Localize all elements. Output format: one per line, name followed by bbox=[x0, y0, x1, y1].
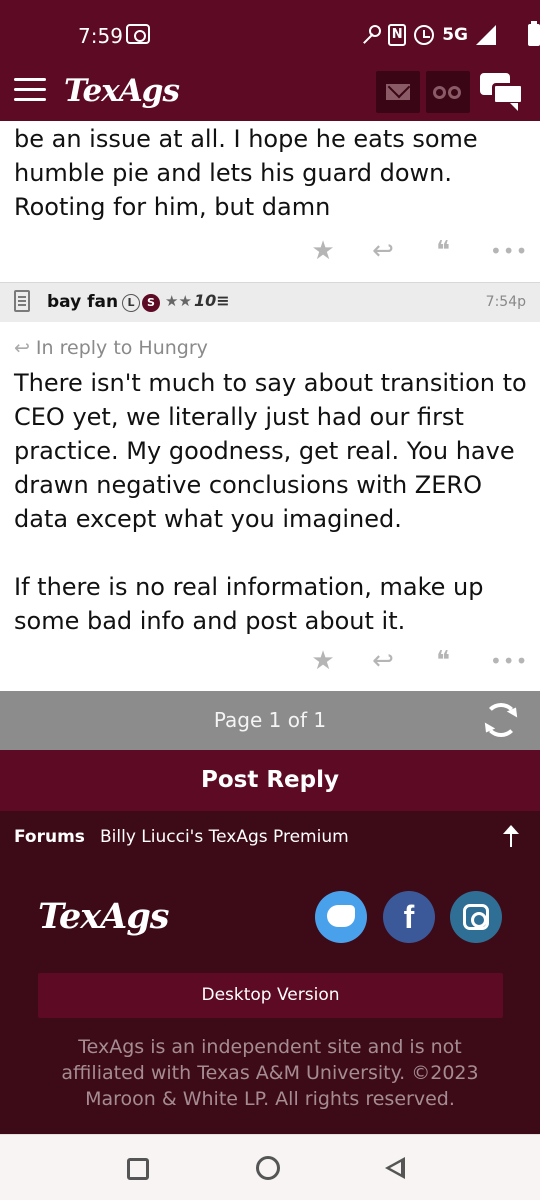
binoculars-icon[interactable] bbox=[426, 71, 470, 113]
star-icon[interactable]: ★ bbox=[310, 236, 336, 266]
rank-stars: ★★ bbox=[165, 292, 192, 310]
post-body: be an issue at all. I hope he eats some … bbox=[14, 125, 478, 221]
status-bar: 7:59 N 5G bbox=[0, 0, 540, 66]
document-icon bbox=[14, 290, 30, 312]
battery-icon bbox=[528, 21, 540, 46]
breadcrumb-forums[interactable]: Forums bbox=[14, 827, 85, 847]
pager-bar: Page 1 of 1 bbox=[0, 691, 540, 750]
desktop-version-button[interactable]: Desktop Version bbox=[38, 973, 503, 1018]
refresh-icon[interactable] bbox=[484, 703, 518, 737]
star-icon[interactable]: ★ bbox=[310, 646, 336, 676]
vpn-key-icon bbox=[358, 24, 382, 46]
more-icon[interactable]: ••• bbox=[490, 236, 527, 266]
system-nav-bar bbox=[0, 1134, 540, 1200]
reply-icon[interactable]: ↩ bbox=[370, 236, 396, 266]
reply-arrow-icon: ↩ bbox=[14, 337, 30, 359]
post-header: bay fan L S ★★ 10≡ 7:54p bbox=[0, 282, 540, 322]
post-actions: ★ ↩ ❝ ••• bbox=[310, 646, 527, 676]
texags-logo[interactable]: TexAgs bbox=[64, 73, 180, 109]
back-icon[interactable] bbox=[385, 1157, 405, 1179]
breadcrumb: Forums Billy Liucci's TexAgs Premium bbox=[0, 811, 540, 866]
alarm-icon bbox=[414, 25, 435, 45]
scroll-top-arrow-icon[interactable] bbox=[503, 825, 519, 847]
signal-icon bbox=[476, 25, 496, 45]
more-icon[interactable]: ••• bbox=[490, 646, 527, 676]
home-icon[interactable] bbox=[256, 1156, 280, 1180]
post-body: There isn't much to say about transition… bbox=[14, 369, 527, 635]
tier-badge: 10≡ bbox=[194, 291, 230, 310]
quote-icon[interactable]: ❝ bbox=[430, 646, 456, 676]
in-reply-to-label: In reply to Hungry bbox=[35, 337, 208, 359]
twitter-icon[interactable] bbox=[315, 891, 367, 943]
menu-icon[interactable] bbox=[14, 78, 46, 102]
badge-l: L bbox=[122, 294, 140, 312]
nfc-icon: N bbox=[388, 24, 407, 46]
facebook-icon[interactable]: f bbox=[383, 891, 435, 943]
badge-s: S bbox=[142, 294, 160, 312]
quote-icon[interactable]: ❝ bbox=[430, 236, 456, 266]
recents-icon[interactable] bbox=[127, 1158, 149, 1180]
post-reply-button[interactable]: Post Reply bbox=[0, 750, 540, 811]
post-time: 7:54p bbox=[485, 294, 526, 310]
footer-disclaimer: TexAgs is an independent site and is not… bbox=[61, 1036, 479, 1110]
instagram-icon[interactable] bbox=[450, 891, 502, 943]
screen-record-icon bbox=[126, 24, 150, 44]
network-type: 5G bbox=[442, 25, 468, 45]
breadcrumb-current[interactable]: Billy Liucci's TexAgs Premium bbox=[100, 827, 349, 847]
status-time: 7:59 bbox=[78, 24, 123, 48]
chat-icon[interactable] bbox=[480, 73, 526, 113]
footer: TexAgs f Desktop Version TexAgs is an in… bbox=[0, 866, 540, 1134]
page-indicator[interactable]: Page 1 of 1 bbox=[0, 708, 540, 732]
status-icons: N 5G bbox=[358, 22, 496, 48]
app-header: TexAgs bbox=[0, 66, 540, 121]
footer-logo[interactable]: TexAgs bbox=[38, 896, 169, 937]
username[interactable]: bay fan bbox=[47, 292, 118, 312]
mail-icon[interactable] bbox=[376, 71, 420, 113]
in-reply-to[interactable]: ↩ In reply to Hungry bbox=[14, 337, 208, 359]
reply-icon[interactable]: ↩ bbox=[370, 646, 396, 676]
post-actions: ★ ↩ ❝ ••• bbox=[310, 236, 527, 266]
